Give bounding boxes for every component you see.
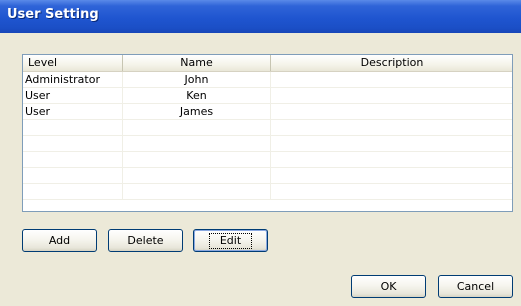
edit-button-label: Edit [208,233,253,249]
table-row-empty [23,168,512,184]
cell-description [271,184,512,200]
user-setting-dialog: User Setting Level Name Description Admi… [0,0,521,306]
cell-level: Administrator [23,72,123,88]
cell-level [23,152,123,168]
cell-level: User [23,88,123,104]
cell-name [123,136,271,152]
cell-name [123,184,271,200]
cell-level [23,184,123,200]
column-header-name[interactable]: Name [123,55,271,71]
cell-level: User [23,104,123,120]
cell-description [271,72,512,88]
table-row-empty [23,120,512,136]
table-row-empty [23,152,512,168]
cell-level [23,120,123,136]
window-title: User Setting [7,7,99,22]
column-header-level[interactable]: Level [23,55,123,71]
table-row[interactable]: User James [23,104,512,120]
user-list[interactable]: Level Name Description Administrator Joh… [22,54,513,212]
cell-description [271,88,512,104]
cell-description [271,152,512,168]
ok-button[interactable]: OK [351,275,426,298]
table-row-empty [23,136,512,152]
cell-name [123,120,271,136]
list-rows: Administrator John User Ken User James [23,72,512,200]
table-row-empty [23,184,512,200]
edit-button[interactable]: Edit [193,229,268,252]
cell-name: Ken [123,88,271,104]
cell-description [271,136,512,152]
dialog-body: Level Name Description Administrator Joh… [0,33,521,306]
cell-description [271,168,512,184]
add-button[interactable]: Add [22,229,97,252]
list-header: Level Name Description [23,55,512,72]
cell-name [123,152,271,168]
cell-name: James [123,104,271,120]
cancel-button[interactable]: Cancel [438,275,513,298]
cell-description [271,104,512,120]
cell-name [123,168,271,184]
column-header-description[interactable]: Description [271,55,512,71]
cell-description [271,120,512,136]
cell-level [23,136,123,152]
cell-level [23,168,123,184]
title-bar[interactable]: User Setting [0,0,521,33]
table-row[interactable]: User Ken [23,88,512,104]
delete-button[interactable]: Delete [108,229,183,252]
cell-name: John [123,72,271,88]
table-row[interactable]: Administrator John [23,72,512,88]
